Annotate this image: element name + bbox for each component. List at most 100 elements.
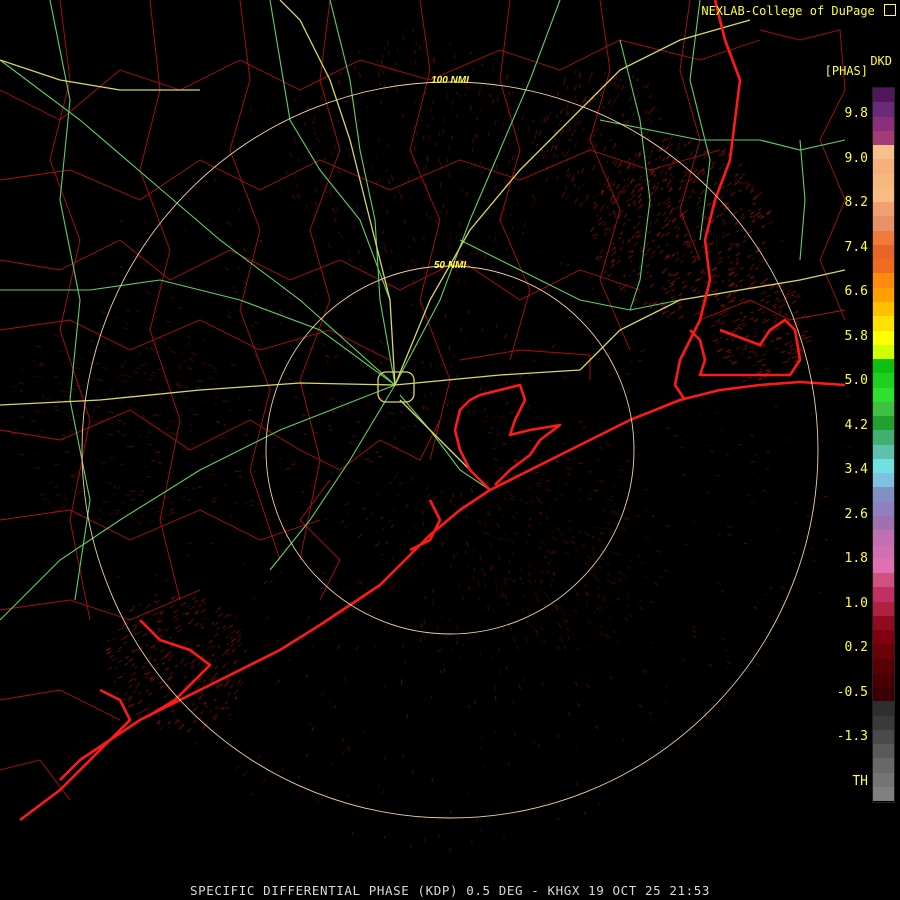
echo-gate: [426, 194, 429, 198]
echo-gate: [35, 467, 41, 469]
ring-label-100: 100 NMI: [431, 75, 469, 86]
echo-gate: [738, 443, 742, 446]
echo-gate: [153, 448, 157, 451]
echo-gate: [293, 461, 296, 463]
color-scale-swatch: [873, 116, 894, 131]
echo-gate: [119, 463, 125, 465]
echo-gate: [467, 254, 470, 257]
echo-gate: [440, 210, 442, 215]
echo-gate: [188, 424, 192, 426]
echo-gate: [443, 662, 445, 666]
echo-gate: [467, 191, 469, 195]
echo-gate: [446, 403, 449, 407]
echo-gate: [75, 472, 80, 474]
echo-gate: [445, 815, 447, 818]
echo-gate: [405, 28, 407, 31]
color-scale-swatch: [873, 444, 894, 459]
echo-gate: [765, 469, 770, 471]
echo-gate: [55, 485, 58, 488]
radar-map: 100 NMI 50 NMI: [0, 0, 900, 900]
color-scale-swatch: [873, 501, 894, 516]
color-scale-swatch: [873, 658, 894, 673]
color-scale-label: 6.6: [844, 284, 868, 299]
echo-gate: [39, 430, 43, 432]
echo-gate: [846, 447, 851, 449]
echo-gate: [617, 456, 621, 458]
credit-label[interactable]: NEXLAB-College of DuPage: [701, 3, 896, 18]
echo-gate: [63, 494, 66, 496]
echo-gate: [636, 453, 641, 455]
credit-text[interactable]: NEXLAB-College of DuPage: [701, 4, 874, 18]
echo-gate: [210, 471, 214, 473]
echo-gate: [443, 129, 445, 132]
echo-gate: [389, 449, 394, 451]
echo-gate: [459, 252, 461, 257]
echo-gate: [451, 564, 453, 568]
echo-gate: [435, 219, 437, 224]
echo-gate: [431, 695, 433, 699]
echo-gate: [67, 415, 71, 418]
color-scale-swatch: [873, 473, 894, 488]
color-scale-swatch: [873, 202, 894, 217]
echo-gate: [450, 498, 452, 503]
echo-gate: [606, 444, 611, 446]
echo-gate: [495, 59, 497, 63]
echo-gate: [462, 643, 464, 646]
echo-gate: [424, 72, 426, 75]
echo-gate: [35, 453, 39, 455]
color-scale-label: 9.8: [844, 106, 868, 121]
color-scale-swatch: [873, 102, 894, 117]
echo-gate: [118, 431, 121, 433]
color-scale-swatch: [873, 159, 894, 174]
echo-gate: [459, 222, 461, 227]
color-scale-label: 4.2: [844, 417, 868, 433]
color-scale-swatch: [873, 173, 894, 188]
echo-gate: [438, 650, 440, 653]
external-link-icon[interactable]: [884, 4, 896, 16]
color-scale-swatch: [873, 672, 894, 688]
echo-gate: [122, 423, 126, 425]
color-scale-bar: [872, 87, 895, 803]
color-scale-swatch: [873, 359, 894, 374]
color-scale-swatch: [873, 715, 894, 730]
echo-gate: [349, 441, 352, 443]
echo-gate: [481, 63, 484, 67]
echo-gate: [448, 618, 450, 622]
echo-gate: [449, 847, 451, 852]
echo-gate: [752, 471, 755, 473]
color-scale-swatch: [873, 216, 894, 231]
echo-gate: [450, 237, 452, 241]
color-scale-label: -1.3: [836, 729, 868, 744]
echo-gate: [460, 655, 462, 658]
color-scale-swatch: [873, 487, 894, 502]
echo-gate: [750, 461, 755, 463]
color-scale-label: 1.0: [844, 595, 868, 611]
color-scale-swatch: [873, 630, 894, 645]
echo-gate: [449, 42, 451, 45]
echo-gate: [753, 454, 757, 456]
echo-gate: [228, 458, 231, 460]
color-scale-label: -0.5: [836, 684, 868, 700]
echo-gate: [35, 433, 41, 436]
echo-gate: [189, 429, 193, 432]
legend-units: [PHAS]: [824, 64, 868, 78]
echo-gate: [166, 427, 170, 430]
echo-gate: [467, 87, 470, 91]
color-scale-label: 3.4: [844, 462, 868, 477]
echo-gate: [108, 433, 114, 436]
echo-gate: [139, 435, 143, 437]
color-scale-swatch: [873, 259, 894, 274]
color-scale-label: 8.2: [844, 195, 868, 210]
color-scale-swatch: [873, 316, 894, 331]
echo-gate: [122, 434, 127, 436]
echo-gate: [65, 451, 70, 453]
echo-gate: [457, 277, 460, 282]
color-scale-swatch: [873, 601, 894, 616]
echo-gate: [442, 203, 445, 209]
echo-gate: [61, 434, 66, 437]
echo-gate: [455, 61, 457, 65]
echo-gate: [43, 410, 47, 413]
echo-gate: [71, 489, 74, 492]
echo-gate: [750, 434, 754, 437]
echo-gate: [150, 460, 156, 462]
